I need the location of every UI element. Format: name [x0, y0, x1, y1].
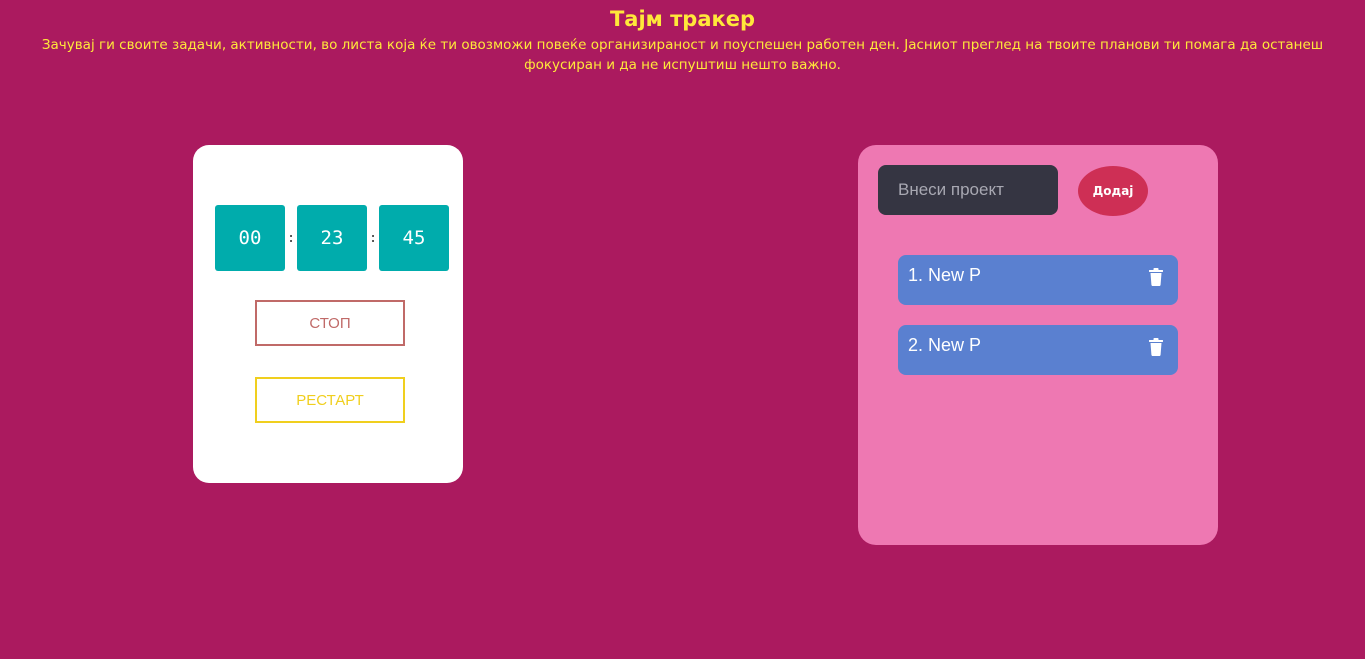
project-card: Додај 1. New P 2. New P [858, 145, 1218, 545]
stop-button[interactable]: СТОП [255, 300, 405, 346]
trash-icon[interactable] [1148, 268, 1164, 286]
timer-separator: : [287, 230, 295, 246]
timer-card: 00 : 23 : 45 СТОП РЕСТАРТ [193, 145, 463, 483]
add-project-button[interactable]: Додај [1078, 166, 1148, 216]
timer-hours: 00 [215, 205, 285, 271]
project-input[interactable] [878, 165, 1058, 215]
timer-display: 00 : 23 : 45 [215, 205, 449, 271]
project-item-label: 1. New P [908, 265, 982, 285]
project-list-item: 2. New P [898, 325, 1178, 375]
page-header: Тајм тракер Зачувај ги своите задачи, ак… [0, 4, 1365, 75]
timer-minutes: 23 [297, 205, 367, 271]
project-list-item: 1. New P [898, 255, 1178, 305]
trash-icon[interactable] [1148, 338, 1164, 356]
timer-separator: : [369, 230, 377, 246]
restart-button[interactable]: РЕСТАРТ [255, 377, 405, 423]
page-title: Тајм тракер [609, 7, 756, 31]
timer-seconds: 45 [379, 205, 449, 271]
project-item-label: 2. New P [908, 335, 982, 355]
page-subtitle: Зачувај ги своите задачи, активности, во… [41, 37, 1324, 73]
